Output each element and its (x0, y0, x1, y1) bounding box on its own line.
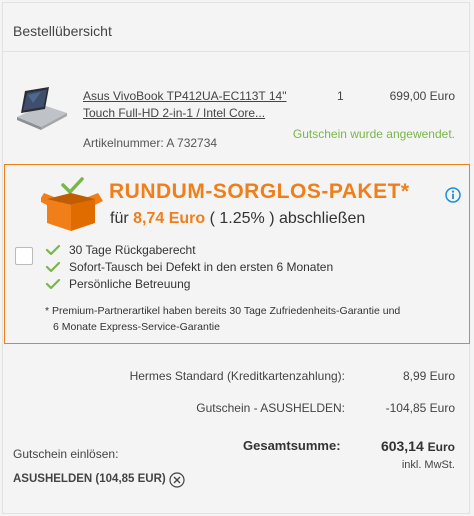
info-icon[interactable] (445, 187, 461, 203)
product-name-link[interactable]: Asus VivoBook TP412UA-EC113T 14" Touch F… (83, 88, 293, 122)
promo-title: RUNDUM-SORGLOS-PAKET* (109, 180, 410, 203)
divider (3, 51, 469, 52)
shipping-value: 8,99 Euro (402, 369, 455, 383)
article-number: Artikelnummer: A 732734 (83, 136, 218, 150)
redeem-voucher-label: Gutschein einlösen: (13, 447, 119, 461)
check-icon (45, 261, 61, 272)
tax-note: inkl. MwSt. (401, 459, 455, 471)
promo-footnote: * Premium-Partnerartikel haben bereits 3… (45, 305, 401, 333)
voucher-applied-message: Gutschein wurde angewendet. (292, 127, 455, 141)
product-price: 699,00 Euro (389, 89, 455, 103)
promo-percent: ( 1.25% ) (209, 210, 275, 227)
shipping-label: Hermes Standard (Kreditkartenzahlung): (129, 369, 345, 383)
check-icon (45, 278, 61, 289)
total-value: 603,14 Euro (380, 438, 455, 454)
benefit-item: Sofort-Tausch bei Defekt in den ersten 6… (45, 258, 333, 275)
remove-voucher-icon[interactable] (169, 472, 185, 488)
voucher-discount-value: -104,85 Euro (385, 401, 455, 415)
total-label: Gesamtsumme: (243, 438, 341, 453)
page-title: Bestellübersicht (13, 23, 112, 39)
voucher-discount-label: Gutschein - ASUSHELDEN: (196, 401, 345, 415)
promo-price: 8,74 Euro (133, 210, 206, 227)
check-icon (45, 244, 61, 255)
product-image[interactable] (11, 83, 69, 133)
promo-subtitle: für 8,74 Euro ( 1.25% ) abschließen (110, 210, 366, 227)
benefit-list: 30 Tage Rückgaberecht Sofort-Tausch bei … (45, 241, 333, 292)
order-summary-panel: Bestellübersicht Asus VivoBook TP412UA-E… (2, 2, 470, 514)
benefit-item: 30 Tage Rückgaberecht (45, 241, 333, 258)
product-quantity: 1 (337, 89, 344, 103)
applied-voucher-code: ASUSHELDEN (104,85 EUR) (13, 473, 166, 485)
care-package-promo: RUNDUM-SORGLOS-PAKET* für 8,74 Euro ( 1.… (4, 164, 470, 344)
box-check-icon (41, 177, 103, 231)
benefit-item: Persönliche Betreuung (45, 275, 333, 292)
care-package-checkbox[interactable] (15, 247, 33, 265)
